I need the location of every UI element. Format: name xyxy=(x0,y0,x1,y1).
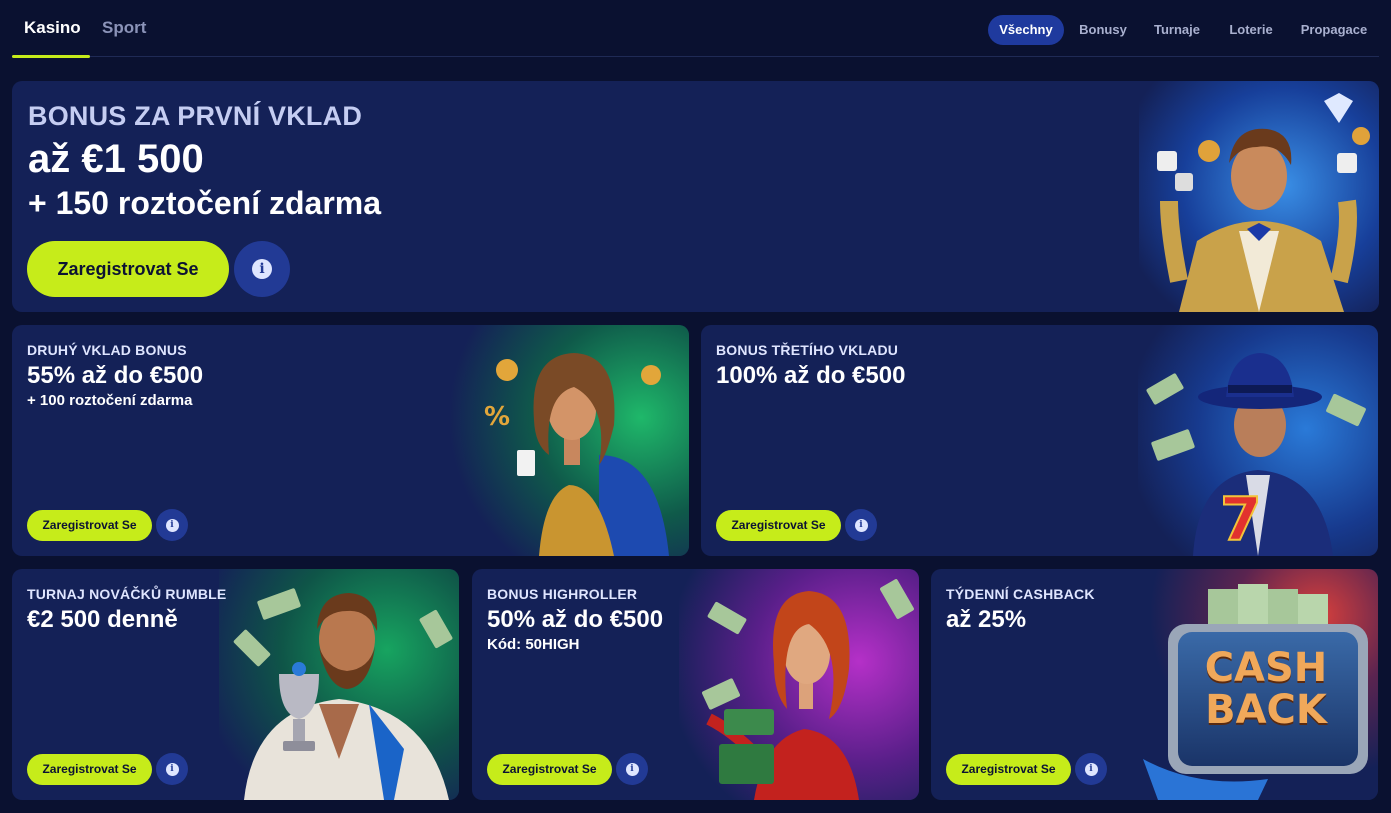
register-button[interactable]: Zaregistrovat Se xyxy=(946,754,1071,785)
promo-card-treti-vklad: 7 BONUS TŘETÍHO VKLADU 100% až do €500 Z… xyxy=(701,325,1378,556)
red-haired-woman-illustration xyxy=(679,569,919,800)
svg-text:7: 7 xyxy=(1220,485,1262,555)
card-label: BONUS HIGHROLLER xyxy=(487,586,638,602)
info-icon: i xyxy=(625,762,639,776)
info-icon: i xyxy=(165,762,179,776)
card-label: TURNAJ NOVÁČKŮ RUMBLE xyxy=(27,586,227,602)
filter-propagace[interactable]: Propagace xyxy=(1292,15,1376,45)
hero-promo-card: BONUS ZA PRVNÍ VKLAD až €1 500 + 150 roz… xyxy=(12,81,1379,312)
promo-card-highroller: BONUS HIGHROLLER 50% až do €500 Kód: 50H… xyxy=(472,569,919,800)
card-label: BONUS TŘETÍHO VKLADU xyxy=(716,342,899,358)
top-navigation: Kasino Sport Všechny Bonusy Turnaje Lote… xyxy=(0,0,1391,58)
filter-loterie[interactable]: Loterie xyxy=(1220,15,1282,45)
card-value: 55% až do €500 xyxy=(27,362,204,389)
promo-card-turnaj: TURNAJ NOVÁČKŮ RUMBLE €2 500 denně Zareg… xyxy=(12,569,459,800)
active-tab-indicator xyxy=(12,55,90,58)
info-button[interactable]: i xyxy=(156,753,188,785)
hero-label: BONUS ZA PRVNÍ VKLAD xyxy=(28,101,363,131)
man-in-fedora-illustration: 7 xyxy=(1138,325,1378,556)
filter-turnaje[interactable]: Turnaje xyxy=(1144,15,1210,45)
filter-bonusy[interactable]: Bonusy xyxy=(1072,15,1134,45)
tab-kasino[interactable]: Kasino xyxy=(24,18,81,38)
info-icon: i xyxy=(1084,762,1098,776)
register-button[interactable]: Zaregistrovat Se xyxy=(27,510,152,541)
info-icon: i xyxy=(165,518,179,532)
nav-divider xyxy=(12,56,1379,57)
info-button[interactable]: i xyxy=(845,509,877,541)
card-sub: Kód: 50HIGH xyxy=(487,636,580,653)
card-value: €2 500 denně xyxy=(27,606,178,633)
hero-info-button[interactable]: i xyxy=(234,241,290,297)
svg-text:%: % xyxy=(484,402,510,432)
bearded-man-trophy-illustration xyxy=(219,569,459,800)
info-button[interactable]: i xyxy=(156,509,188,541)
card-value: až 25% xyxy=(946,606,1027,633)
promo-card-druhy-vklad: % DRUHÝ VKLAD BONUS 55% až do €500 + 100… xyxy=(12,325,689,556)
hero-value: až €1 500 xyxy=(28,137,204,181)
gentleman-with-dice-illustration xyxy=(1139,81,1379,312)
info-icon: i xyxy=(854,518,868,532)
card-value: 100% až do €500 xyxy=(716,362,906,389)
tab-sport[interactable]: Sport xyxy=(102,18,146,38)
info-button[interactable]: i xyxy=(616,753,648,785)
register-button[interactable]: Zaregistrovat Se xyxy=(716,510,841,541)
info-button[interactable]: i xyxy=(1075,753,1107,785)
hero-register-button[interactable]: Zaregistrovat Se xyxy=(27,241,229,297)
card-label: TÝDENNÍ CASHBACK xyxy=(946,586,1095,602)
info-icon: i xyxy=(252,259,272,279)
card-label: DRUHÝ VKLAD BONUS xyxy=(27,342,187,358)
hero-sub: + 150 roztočení zdarma xyxy=(28,185,382,221)
cashback-sign-word-1: CASH xyxy=(1204,645,1328,691)
promo-card-cashback: CASH BACK TÝDENNÍ CASHBACK až 25% Zaregi… xyxy=(931,569,1378,800)
woman-gold-dress-illustration: % xyxy=(449,325,689,556)
card-value: 50% až do €500 xyxy=(487,606,664,633)
cashback-sign-text: CASH BACK xyxy=(1166,647,1366,731)
cashback-sign-word-2: BACK xyxy=(1205,687,1327,733)
card-sub: + 100 roztočení zdarma xyxy=(27,392,193,409)
register-button[interactable]: Zaregistrovat Se xyxy=(487,754,612,785)
filter-vsechny[interactable]: Všechny xyxy=(988,15,1064,45)
register-button[interactable]: Zaregistrovat Se xyxy=(27,754,152,785)
